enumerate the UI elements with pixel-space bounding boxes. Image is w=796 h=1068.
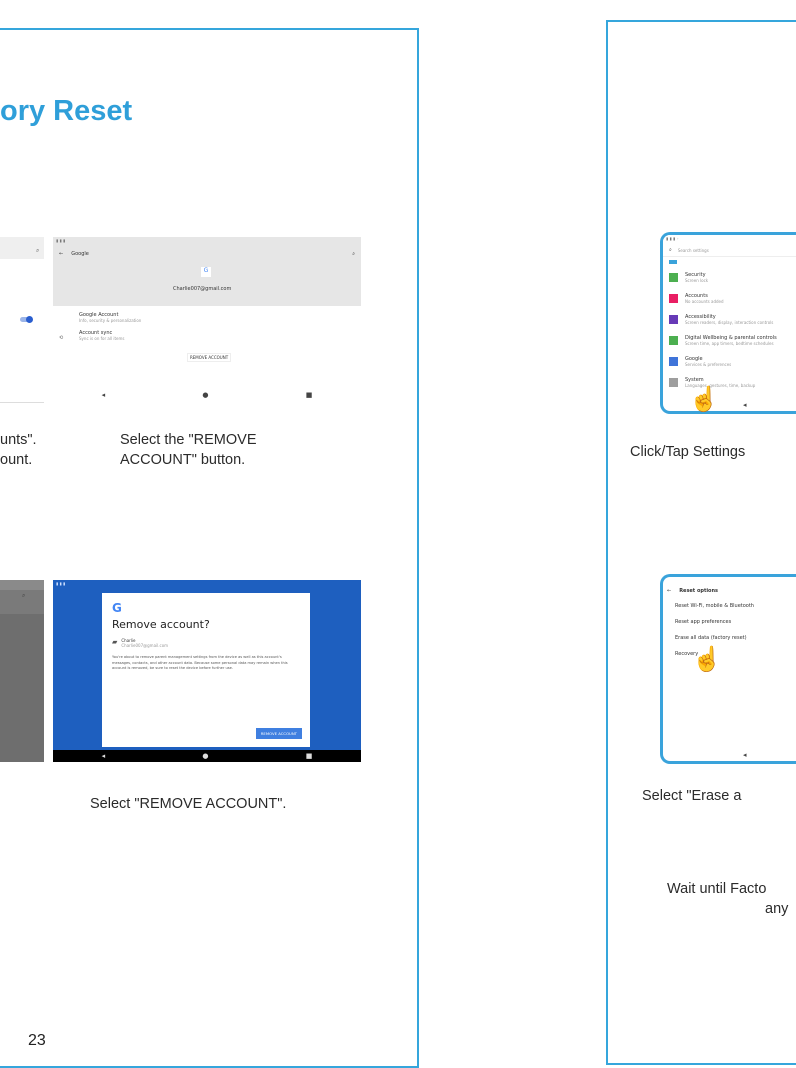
settings-item-icon [669,315,678,324]
account-icon: ▰ [112,638,118,646]
sync-icon: ⟲ [59,335,64,341]
tap-hand-icon: ☝ [692,646,722,673]
home-nav-icon[interactable]: ● [202,391,208,399]
home-nav-icon[interactable]: ● [202,752,208,760]
reset-option-item[interactable]: Reset Wi-Fi, mobile & Bluetooth [675,598,796,614]
settings-item[interactable]: Digital Wellbeing & parental controls Scr… [663,330,796,351]
back-arrow-icon[interactable]: ← [59,251,63,257]
settings-list: Security Screen lock Accounts No accounts a… [663,267,796,393]
dialog-account-sub: Charlie007@gmail.com [121,643,169,648]
screenshot-settings: ▮ ▮ ▮ ◦ ⌕ Search settings Security Screen… [660,232,796,414]
page-number: 23 [28,1032,46,1049]
shot-header: Google [71,250,89,257]
reset-header: Reset options [679,588,719,594]
dialog-heading: Remove account? [112,618,210,631]
back-nav-icon[interactable]: ◂ [743,401,747,409]
page-title: ory Reset [0,95,133,127]
left-page-frame [0,28,419,1068]
remove-account-button[interactable]: REMOVE ACCOUNT [187,353,232,362]
screenshot-remove-account: ▮ ▮ ▮ G Remove account? ▰ Charlie Charli… [53,580,361,762]
screenshot-reset-options: ← Reset options Reset Wi-Fi, mobile & Bl… [660,574,796,764]
dialog-body: You're about to remove parent management… [112,655,288,670]
google-account-row-sub: Info, security & personalization [79,318,142,323]
settings-item-icon [669,336,678,345]
nav-bar: ◂ [663,749,796,761]
screenshot-accounts-partial: ⌕ [0,237,44,403]
tap-hand-icon: ☝ [689,386,719,413]
search-icon[interactable]: ⌕ [352,251,355,257]
caption-bottom-right: Select "REMOVE ACCOUNT". [90,796,287,812]
settings-item-sub: Services & preferences [685,362,732,367]
settings-item[interactable]: Accounts No accounts added [663,288,796,309]
caption-reset: Select "Erase a [642,788,742,804]
nav-bar-dark: ◂ ● ■ [53,750,361,762]
google-logo-icon: G [112,601,122,615]
screenshot-dimmed-partial: ⌕ [0,580,44,762]
nav-bar: ◂ ● ■ [53,387,361,403]
back-nav-icon[interactable]: ◂ [102,391,106,399]
settings-item-sub: Screen time, app timers, bedtime schedul… [685,341,774,346]
back-nav-icon[interactable]: ◂ [102,752,106,760]
settings-item-icon [669,273,678,282]
settings-item-sub: Screen readers, display, interaction con… [685,320,774,325]
reset-option-item[interactable]: Erase all data (factory reset) [675,630,796,646]
nav-bar: ◂ [663,399,796,411]
settings-item[interactable]: Accessibility Screen readers, display, in… [663,309,796,330]
settings-item[interactable]: Security Screen lock [663,267,796,288]
caption-top-right: Select the "REMOVE ACCOUNT" button. [120,432,257,468]
settings-item-icon [669,357,678,366]
settings-search[interactable]: Search settings [678,248,709,253]
dialog-remove-account-button[interactable]: REMOVE ACCOUNT [255,728,302,739]
recents-nav-icon[interactable]: ■ [306,752,313,760]
recents-nav-icon[interactable]: ■ [306,391,313,399]
screenshot-google-account: ▮ ▮ ▮ ← Google ⌕ G Charlie007@gmail.com … [53,237,361,403]
back-nav-icon[interactable]: ◂ [743,751,747,759]
caption-wait-line2: any [765,901,789,917]
account-email: Charlie007@gmail.com [173,286,232,292]
remove-account-dialog: G Remove account? ▰ Charlie Charlie007@g… [102,593,310,747]
reset-option-item[interactable]: Reset app preferences [675,614,796,630]
caption-wait-line1: Wait until Facto [667,881,767,897]
settings-item-icon [669,294,678,303]
settings-item[interactable]: System Languages, gestures, time, backup [663,372,796,393]
reset-options-list: Reset Wi-Fi, mobile & Bluetooth Reset app… [663,598,796,662]
caption-top-left: unts". ount. [0,432,37,468]
settings-item-sub: No accounts added [685,299,724,304]
caption-settings: Click/Tap Settings [630,444,746,460]
account-avatar: G [201,267,211,277]
search-icon[interactable]: ⌕ [669,247,672,253]
settings-item-icon [669,378,678,387]
settings-item[interactable]: Google Services & preferences [663,351,796,372]
back-arrow-icon[interactable]: ← [667,588,671,594]
account-sync-row-sub: Sync is on for all items [79,336,125,341]
settings-item-sub: Screen lock [685,278,709,283]
